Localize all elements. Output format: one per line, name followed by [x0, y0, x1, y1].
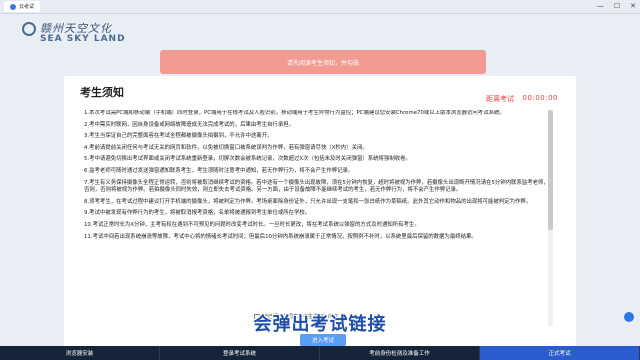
video-caption: 会弹出考试链接 — [253, 314, 387, 335]
rule-item: 7.考生有义务保持摄像头全程正常运转，否则将被取消继续考试的资格。若中途有一个摄… — [84, 179, 549, 194]
browser-tab[interactable]: 云考试 — [4, 1, 41, 12]
scrollbar-thumb[interactable] — [548, 110, 553, 230]
exam-page: 赣州天空文化 SEA SKY LAND 请先阅读考生须知，并勾选 考生须知 距离… — [0, 14, 640, 358]
brand-logo: 赣州天空文化 SEA SKY LAND — [22, 18, 142, 48]
assistant-icon[interactable] — [624, 312, 634, 322]
rule-item: 6.监考老师可随时通过发送弹窗通知联系考生，考生须随时注意考中通知，若无作弊行为… — [84, 167, 354, 174]
tab-title: 云考试 — [19, 4, 35, 10]
rules-scrollbar[interactable] — [548, 110, 553, 326]
close-icon[interactable]: ✕ — [630, 2, 636, 10]
minimize-icon[interactable]: — — [597, 2, 604, 10]
rule-item: 8.须考考生，在考试过程中建议打开手机端的摄像头，将被判定为作弊。考场桌面除身份… — [84, 198, 532, 205]
timer-value: 00:00:00 — [522, 94, 558, 102]
logo-mark-icon — [22, 22, 36, 36]
step-formal-exam[interactable]: 正式考试 — [480, 346, 640, 360]
rule-item: 3.考生当保证自己的完整面容在考试全程都被摄像头拍摄到，不允许中途离开。 — [84, 133, 273, 140]
logo-text-en: SEA SKY LAND — [40, 34, 126, 44]
rule-item: 1.本次考试需PC端和移动端（手机端）同时登录，PC端用于在线考试及人脸识别，移… — [84, 110, 505, 116]
step-login[interactable]: 登录考试系统 — [160, 346, 320, 360]
step-bar: 浏览器安装 登录考试系统 考前身份检测及准备工作 正式考试 — [0, 346, 640, 360]
rule-item: 10.考试正常时长为X分钟，主考有权在遇到不可预见的问题时改变考试时长。一旦时长… — [84, 221, 420, 228]
step-identity-check[interactable]: 考前身份检测及准备工作 — [320, 346, 480, 360]
notice-title: 考生须知 — [80, 86, 124, 99]
cloud-exam-icon — [10, 3, 16, 10]
rule-item: 2.考中需实时联网，因自身设备或网络故障造成无法完成考试的，后果由考生自行承担。 — [84, 121, 294, 128]
browser-titlebar: 云考试 — ☐ ✕ — [0, 0, 640, 14]
rule-item: 11.考试中间若出现系统崩溃等故障，考试中心将的情绪长考试时间；但最后10分钟内… — [84, 233, 477, 240]
maximize-icon[interactable]: ☐ — [614, 2, 620, 10]
rule-item: 9.考试中被发现有作弊行为的考生，将被取消报考资格，名单将被通报到考生单位或所在… — [84, 210, 311, 217]
step-browser-install[interactable]: 浏览器安装 — [0, 346, 160, 360]
rule-item: 5.考中请避免切换出考试界面或关闭考试系统重新登录，切屏次数会被系统记录，次数超… — [84, 156, 411, 163]
rules-list: 1.本次考试需PC端和移动端（手机端）同时登录，PC端用于在线考试及人脸识别，移… — [84, 110, 554, 328]
alert-text: 请先阅读考生须知，并勾选 — [286, 59, 359, 67]
alert-banner: 请先阅读考生须知，并勾选 — [160, 50, 486, 74]
rule-item: 4.考前请提前关闭任何与考试无关的网页和软件，以免被切换窗口被系统误判为作弊，若… — [84, 144, 368, 151]
timer-label: 距离考试 — [486, 95, 514, 103]
